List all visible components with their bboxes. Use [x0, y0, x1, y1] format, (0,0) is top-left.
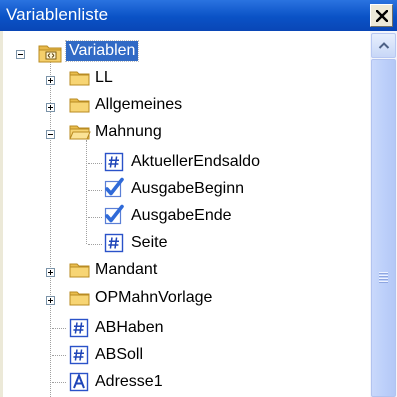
- tree-line: [86, 140, 87, 244]
- tree-item-absoll[interactable]: ABSoll: [95, 345, 143, 365]
- expander-mandant[interactable]: [46, 268, 55, 277]
- tree-line: [52, 355, 66, 356]
- text-icon: [69, 372, 89, 392]
- expander-ll[interactable]: [46, 76, 55, 85]
- scroll-grip: [379, 282, 388, 283]
- folder-icon: [69, 71, 90, 86]
- tree-item-ausgabebeginn[interactable]: AusgabeBeginn: [131, 179, 244, 199]
- folder-icon: [69, 263, 90, 278]
- tree-item-allgemeines[interactable]: Allgemeines: [95, 95, 182, 115]
- number-icon: [69, 318, 89, 338]
- chevron-up-icon: [378, 42, 390, 49]
- scroll-up-button[interactable]: [371, 33, 396, 58]
- expander-variablen[interactable]: [16, 50, 25, 59]
- scroll-grip: [379, 276, 388, 277]
- tree-item-seite[interactable]: Seite: [131, 233, 167, 253]
- variable-list-panel: Variablenliste Variablen LL Allgemeines …: [0, 0, 397, 397]
- tree-line: [52, 328, 66, 329]
- tree-item-adresse1[interactable]: Adresse1: [95, 372, 163, 392]
- scroll-grip: [379, 273, 388, 274]
- tree-item-variablen[interactable]: Variablen: [64, 40, 140, 62]
- tree-item-abhaben[interactable]: ABHaben: [95, 318, 164, 338]
- tree-item-aktuellerendsaldo[interactable]: AktuellerEndsaldo: [131, 152, 260, 172]
- expander-allgemeines[interactable]: [46, 103, 55, 112]
- folder-struct-icon: [38, 45, 62, 63]
- window-title: Variablenliste: [6, 5, 109, 24]
- tree-item-mandant[interactable]: Mandant: [95, 260, 157, 280]
- checkbox-icon: [104, 177, 124, 198]
- number-icon: [104, 152, 124, 172]
- tree-item-ausgabeende[interactable]: AusgabeEnde: [131, 206, 232, 226]
- tree-line: [88, 190, 102, 191]
- tree-item-ll[interactable]: LL: [95, 68, 113, 88]
- tree-line: [88, 217, 102, 218]
- expander-opmahnvorlage[interactable]: [46, 296, 55, 305]
- tree-line: [88, 244, 102, 245]
- folder-icon: [69, 98, 90, 113]
- scroll-grip: [379, 279, 388, 280]
- tree-line: [88, 163, 102, 164]
- folder-icon: [69, 291, 90, 306]
- number-icon: [69, 345, 89, 365]
- title-bar[interactable]: Variablenliste: [0, 0, 397, 31]
- folder-open-icon: [69, 125, 91, 140]
- checkbox-icon: [104, 204, 124, 225]
- close-icon: [376, 10, 388, 22]
- close-button[interactable]: [370, 4, 393, 27]
- scroll-thumb[interactable]: [371, 59, 396, 397]
- tree-line: [52, 382, 66, 383]
- tree-item-mahnung[interactable]: Mahnung: [95, 122, 162, 142]
- tree-item-opmahnvorlage[interactable]: OPMahnVorlage: [95, 288, 212, 308]
- expander-mahnung[interactable]: [46, 130, 55, 139]
- number-icon: [104, 233, 124, 253]
